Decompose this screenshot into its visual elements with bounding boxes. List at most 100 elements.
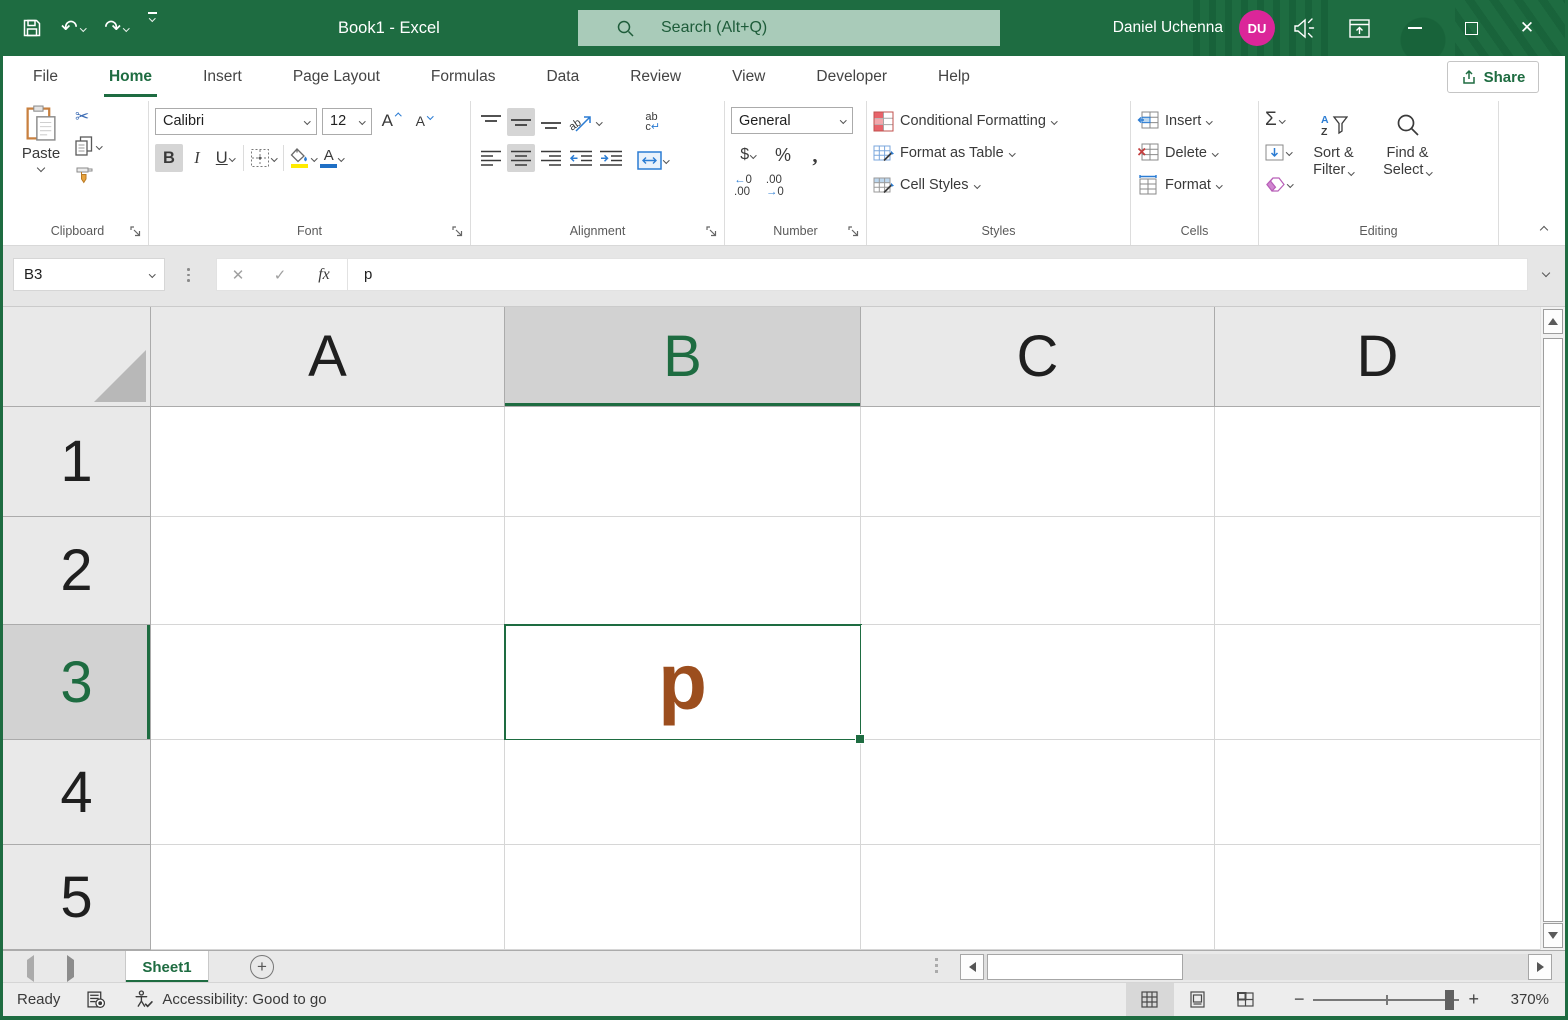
tab-home[interactable]: Home <box>104 56 157 97</box>
cell-C4[interactable] <box>861 740 1215 845</box>
horizontal-scrollbar[interactable] <box>960 954 1552 980</box>
autosum-button[interactable]: Σ <box>1265 107 1293 133</box>
column-header-C[interactable]: C <box>861 307 1215 407</box>
font-dialog-launcher[interactable] <box>452 226 465 239</box>
scroll-up-button[interactable] <box>1543 309 1563 334</box>
vertical-scroll-thumb[interactable] <box>1543 338 1563 922</box>
increase-font-size-button[interactable]: A <box>377 107 405 135</box>
accounting-dropdown-chevron[interactable] <box>750 152 756 158</box>
tab-scrollbar-grip[interactable] <box>935 958 938 973</box>
formula-input[interactable] <box>348 266 1527 283</box>
number-dialog-launcher[interactable] <box>848 226 861 239</box>
cell-B1[interactable] <box>505 407 861 517</box>
merge-center-button[interactable] <box>635 146 671 174</box>
user-name[interactable]: Daniel Uchenna <box>1113 19 1223 37</box>
delete-cells-button[interactable]: Delete <box>1137 140 1217 166</box>
align-left-button[interactable] <box>477 144 505 172</box>
redo-dropdown-chevron[interactable] <box>123 25 129 31</box>
top-align-button[interactable] <box>477 108 505 136</box>
underline-dropdown-chevron[interactable] <box>229 155 235 161</box>
ribbon-display-options-button[interactable] <box>1331 0 1387 56</box>
search-input[interactable] <box>661 19 961 37</box>
fill-color-dropdown-chevron[interactable] <box>311 155 317 161</box>
format-cells-button[interactable]: Format <box>1137 172 1221 198</box>
middle-align-button[interactable] <box>507 108 535 136</box>
new-sheet-button[interactable]: + <box>250 955 274 979</box>
cell-C3[interactable] <box>861 625 1215 740</box>
cell-B3-selected[interactable]: p <box>505 625 861 740</box>
page-break-preview-button[interactable] <box>1222 983 1270 1016</box>
cell-A2[interactable] <box>151 517 505 625</box>
tab-help[interactable]: Help <box>933 56 975 97</box>
minimize-button[interactable] <box>1387 0 1443 56</box>
scroll-down-button[interactable] <box>1543 923 1563 948</box>
italic-button[interactable]: I <box>183 144 211 172</box>
sheet-tab-sheet1[interactable]: Sheet1 <box>125 951 209 983</box>
accounting-format-button[interactable]: $ <box>731 141 765 169</box>
column-header-B[interactable]: B <box>505 307 861 407</box>
enter-button[interactable]: ✓ <box>259 266 301 284</box>
tab-file[interactable]: File <box>28 56 63 97</box>
zoom-in-button[interactable]: + <box>1468 989 1479 1010</box>
tab-formulas[interactable]: Formulas <box>426 56 501 97</box>
conditional-formatting-button[interactable]: Conditional Formatting <box>873 108 1056 134</box>
merge-dropdown-chevron[interactable] <box>663 157 669 163</box>
zoom-slider-handle[interactable] <box>1445 990 1454 1010</box>
next-sheet-button[interactable] <box>67 960 74 978</box>
fill-handle[interactable] <box>855 734 865 744</box>
font-color-button[interactable]: A <box>318 144 346 172</box>
cell-B4[interactable] <box>505 740 861 845</box>
zoom-level[interactable]: 370% <box>1491 991 1549 1008</box>
normal-view-button[interactable] <box>1126 983 1174 1016</box>
share-button[interactable]: Share <box>1447 61 1539 93</box>
find-select-button[interactable]: Find & Select <box>1375 103 1441 179</box>
orientation-button[interactable]: ab <box>567 108 604 136</box>
paste-dropdown-chevron[interactable] <box>37 164 45 172</box>
previous-sheet-button[interactable] <box>27 960 34 978</box>
cell-D3[interactable] <box>1215 625 1541 740</box>
cell-D4[interactable] <box>1215 740 1541 845</box>
redo-button[interactable]: ↷ <box>101 12 131 44</box>
cut-button[interactable]: ✂ <box>75 106 102 128</box>
row-header-5[interactable]: 5 <box>3 845 151 950</box>
cell-C2[interactable] <box>861 517 1215 625</box>
clear-button[interactable] <box>1265 171 1293 197</box>
macro-record-icon[interactable] <box>87 990 106 1009</box>
cell-B2[interactable] <box>505 517 861 625</box>
customize-quick-access-button[interactable] <box>145 12 160 44</box>
cell-C1[interactable] <box>861 407 1215 517</box>
borders-dropdown-chevron[interactable] <box>271 155 277 161</box>
collapse-ribbon-chevron[interactable] <box>1540 226 1548 234</box>
decrease-font-size-button[interactable]: A <box>410 107 438 135</box>
comma-style-button[interactable]: , <box>801 141 829 169</box>
tab-page-layout[interactable]: Page Layout <box>288 56 385 97</box>
expand-formula-bar-chevron[interactable] <box>1542 269 1550 277</box>
orientation-dropdown-chevron[interactable] <box>596 119 602 125</box>
wrap-text-button[interactable]: ab c↵ <box>635 108 671 136</box>
font-size-select[interactable]: 12 <box>322 108 372 135</box>
vertical-scrollbar[interactable] <box>1540 307 1565 950</box>
tab-review[interactable]: Review <box>625 56 686 97</box>
zoom-out-button[interactable]: − <box>1294 989 1305 1010</box>
cell-D5[interactable] <box>1215 845 1541 950</box>
fill-button[interactable] <box>1265 139 1293 165</box>
insert-cells-button[interactable]: Insert <box>1137 108 1212 134</box>
row-header-4[interactable]: 4 <box>3 740 151 845</box>
bold-button[interactable]: B <box>155 144 183 172</box>
tab-view[interactable]: View <box>727 56 770 97</box>
select-all-button[interactable] <box>3 307 151 407</box>
avatar[interactable]: DU <box>1239 10 1275 46</box>
align-right-button[interactable] <box>537 144 565 172</box>
cell-A5[interactable] <box>151 845 505 950</box>
borders-button[interactable] <box>248 144 279 172</box>
number-format-select[interactable]: General <box>731 107 853 134</box>
decrease-indent-button[interactable] <box>567 144 595 172</box>
cell-A4[interactable] <box>151 740 505 845</box>
row-header-2[interactable]: 2 <box>3 517 151 625</box>
copy-button[interactable] <box>75 135 102 157</box>
cell-D2[interactable] <box>1215 517 1541 625</box>
search-box[interactable] <box>578 10 1000 46</box>
row-header-3[interactable]: 3 <box>3 625 151 740</box>
sort-filter-button[interactable]: A Z Sort & Filter <box>1301 103 1367 179</box>
scroll-left-button[interactable] <box>960 954 984 980</box>
